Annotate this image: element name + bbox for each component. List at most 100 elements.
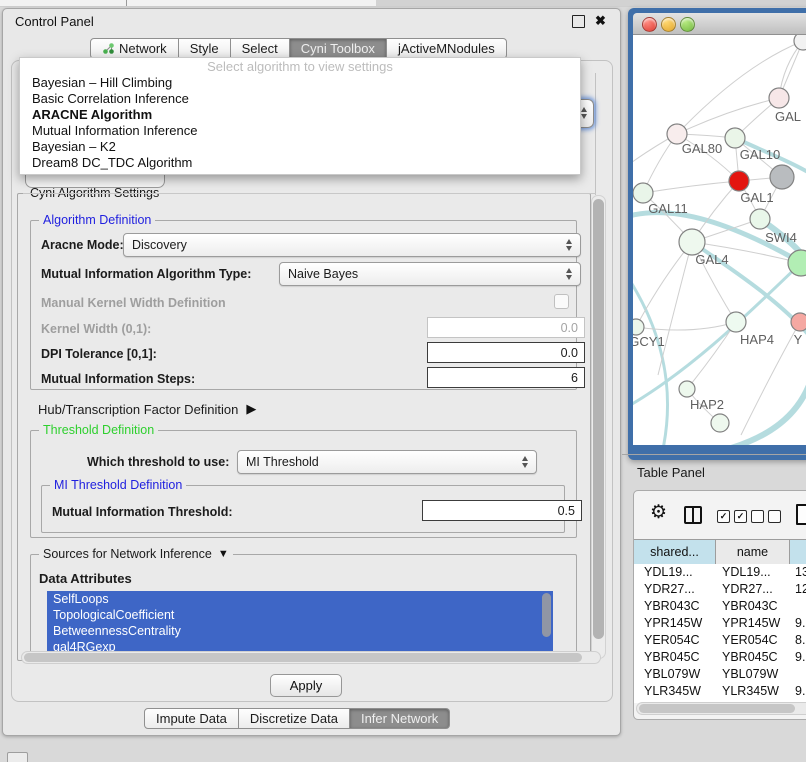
tab-network[interactable]: Network: [90, 38, 179, 59]
table-row[interactable]: YDR27... YDR27... 12: [634, 581, 806, 598]
settings-vertical-scrollbar[interactable]: [591, 195, 606, 659]
data-attribute-item[interactable]: BetweennessCentrality: [47, 623, 553, 639]
screen: Control Panel ✖ Network Style Select Cyn…: [0, 0, 806, 762]
sources-group-title-row[interactable]: Sources for Network Inference ▼: [39, 547, 233, 562]
table-row[interactable]: YBL079W YBL079W: [634, 666, 806, 683]
column-header-cut[interactable]: [789, 540, 806, 564]
tab-style[interactable]: Style: [179, 38, 231, 59]
combo-stepper-icon: [520, 456, 531, 468]
cell-name: YBR045C: [715, 649, 788, 666]
close-panel-button[interactable]: ✖: [595, 14, 606, 28]
network-node[interactable]: [770, 165, 794, 189]
node-label: GAL4: [695, 252, 728, 267]
tab-network-label: Network: [119, 39, 167, 58]
table-row[interactable]: YER054C YER054C 8.: [634, 632, 806, 649]
deselect-all-checkboxes-icon[interactable]: [751, 510, 781, 523]
apply-button[interactable]: Apply: [270, 674, 342, 697]
mi-type-select[interactable]: Naive Bayes: [279, 262, 581, 286]
tab-cyni-toolbox[interactable]: Cyni Toolbox: [290, 38, 387, 59]
expand-right-icon: ▶: [246, 401, 256, 417]
network-node[interactable]: [729, 171, 749, 191]
manual-kernel-checkbox[interactable]: [554, 294, 569, 309]
table-rows: YDL19... YDL19... 13 YDR27... YDR27... 1…: [634, 564, 806, 703]
sources-group-title: Sources for Network Inference: [43, 547, 212, 562]
data-attributes-list[interactable]: SelfLoopsTopologicalCoefficientBetweenne…: [47, 591, 553, 653]
network-node[interactable]: [769, 88, 789, 108]
algorithm-option[interactable]: Basic Correlation Inference: [20, 91, 580, 107]
network-node[interactable]: [633, 183, 653, 203]
network-node[interactable]: [726, 312, 746, 332]
mi-threshold-field[interactable]: 0.5: [422, 500, 582, 521]
dpi-tolerance-field[interactable]: 0.0: [427, 342, 585, 363]
node-label: HAP4: [740, 332, 774, 347]
algorithm-option[interactable]: Bayesian – K2: [20, 139, 580, 155]
network-icon: [102, 42, 115, 55]
network-node[interactable]: [794, 35, 806, 50]
cell-name: YLR345W: [715, 683, 788, 700]
minimize-traffic-light[interactable]: [661, 17, 676, 32]
cell-value: 12: [788, 581, 806, 598]
kernel-width-field[interactable]: 0.0: [427, 317, 585, 338]
table-row[interactable]: YBR043C YBR043C: [634, 598, 806, 615]
tab-jactivemnodules[interactable]: jActiveMNodules: [387, 38, 507, 59]
cell-name: YDR27...: [715, 581, 788, 598]
network-node[interactable]: [679, 381, 695, 397]
table-panel-card: ⚙ ✓ ✓ shared... name: [633, 490, 806, 720]
network-node[interactable]: [711, 414, 729, 432]
node-label: GAL80: [682, 141, 722, 156]
network-window-titlebar[interactable]: [633, 13, 806, 35]
network-node[interactable]: [725, 128, 745, 148]
table-row[interactable]: YBR045C YBR045C 9.: [634, 649, 806, 666]
split-columns-icon[interactable]: [684, 506, 702, 524]
float-window-button[interactable]: [572, 15, 585, 28]
control-panel-tabs: Network Style Select Cyni Toolbox jActiv…: [90, 38, 507, 59]
data-attribute-item[interactable]: TopologicalCoefficient: [47, 607, 553, 623]
minimized-panel-fragment[interactable]: [7, 752, 28, 762]
column-header-name[interactable]: name: [715, 540, 790, 564]
zoom-traffic-light[interactable]: [680, 17, 695, 32]
select-all-checkboxes-icon[interactable]: ✓ ✓: [717, 510, 747, 523]
attributes-list-scrollbar[interactable]: [542, 593, 551, 637]
collapse-down-icon: ▼: [218, 547, 229, 562]
network-node[interactable]: [791, 313, 806, 331]
gear-icon[interactable]: ⚙: [650, 503, 667, 523]
settings-horizontal-scrollbar[interactable]: [21, 651, 601, 664]
network-view-window[interactable]: GAL GAL80 GAL10 GAL1 GAL11 SWI4 GAL4 GCY…: [628, 8, 806, 460]
algorithm-option[interactable]: ARACNE Algorithm: [20, 107, 580, 123]
mi-steps-field[interactable]: 6: [427, 367, 585, 388]
cell-name: YBR043C: [715, 598, 788, 615]
column-header-shared-name[interactable]: shared...: [633, 540, 716, 564]
node-label: Y: [794, 332, 803, 347]
hidden-group-border: [595, 73, 596, 195]
table-horizontal-scrollbar[interactable]: [636, 702, 806, 715]
table-row[interactable]: YLR345W YLR345W 9.: [634, 683, 806, 700]
bottom-tabs: Impute Data Discretize Data Infer Networ…: [144, 708, 450, 729]
network-node[interactable]: [633, 319, 644, 335]
algorithm-option[interactable]: Bayesian – Hill Climbing: [20, 75, 580, 91]
hub-definition-toggle[interactable]: Hub/Transcription Factor Definition ▶: [38, 401, 256, 417]
table-row[interactable]: YPR145W YPR145W 9.: [634, 615, 806, 632]
panel-divider[interactable]: [622, 454, 806, 455]
algorithm-option[interactable]: Mutual Information Inference: [20, 123, 580, 139]
tab-discretize-data[interactable]: Discretize Data: [239, 708, 350, 729]
checked-box-icon: ✓: [717, 510, 730, 523]
mi-type-label: Mutual Information Algorithm Type:: [41, 267, 251, 281]
which-threshold-select[interactable]: MI Threshold: [237, 450, 537, 474]
network-canvas[interactable]: GAL GAL80 GAL10 GAL1 GAL11 SWI4 GAL4 GCY…: [633, 35, 806, 445]
tab-select[interactable]: Select: [231, 38, 290, 59]
algorithm-combo-fragment[interactable]: [579, 99, 594, 128]
kernel-width-label: Kernel Width (0,1):: [41, 322, 151, 336]
node-labels: GAL GAL80 GAL10 GAL1 GAL11 SWI4 GAL4 GCY…: [633, 109, 803, 412]
algorithm-option[interactable]: Dream8 DC_TDC Algorithm: [20, 155, 580, 171]
aracne-mode-select[interactable]: Discovery: [123, 233, 581, 257]
document-icon[interactable]: [796, 504, 806, 525]
network-node[interactable]: [750, 209, 770, 229]
algorithm-dropdown-placeholder: Select algorithm to view settings: [20, 58, 580, 75]
cell-name: YBL079W: [715, 666, 788, 683]
tab-infer-network[interactable]: Infer Network: [350, 708, 450, 729]
table-row[interactable]: YDL19... YDL19... 13: [634, 564, 806, 581]
close-traffic-light[interactable]: [642, 17, 657, 32]
data-attribute-item[interactable]: SelfLoops: [47, 591, 553, 607]
cell-shared-name: YDL19...: [634, 564, 715, 581]
tab-impute-data[interactable]: Impute Data: [144, 708, 239, 729]
